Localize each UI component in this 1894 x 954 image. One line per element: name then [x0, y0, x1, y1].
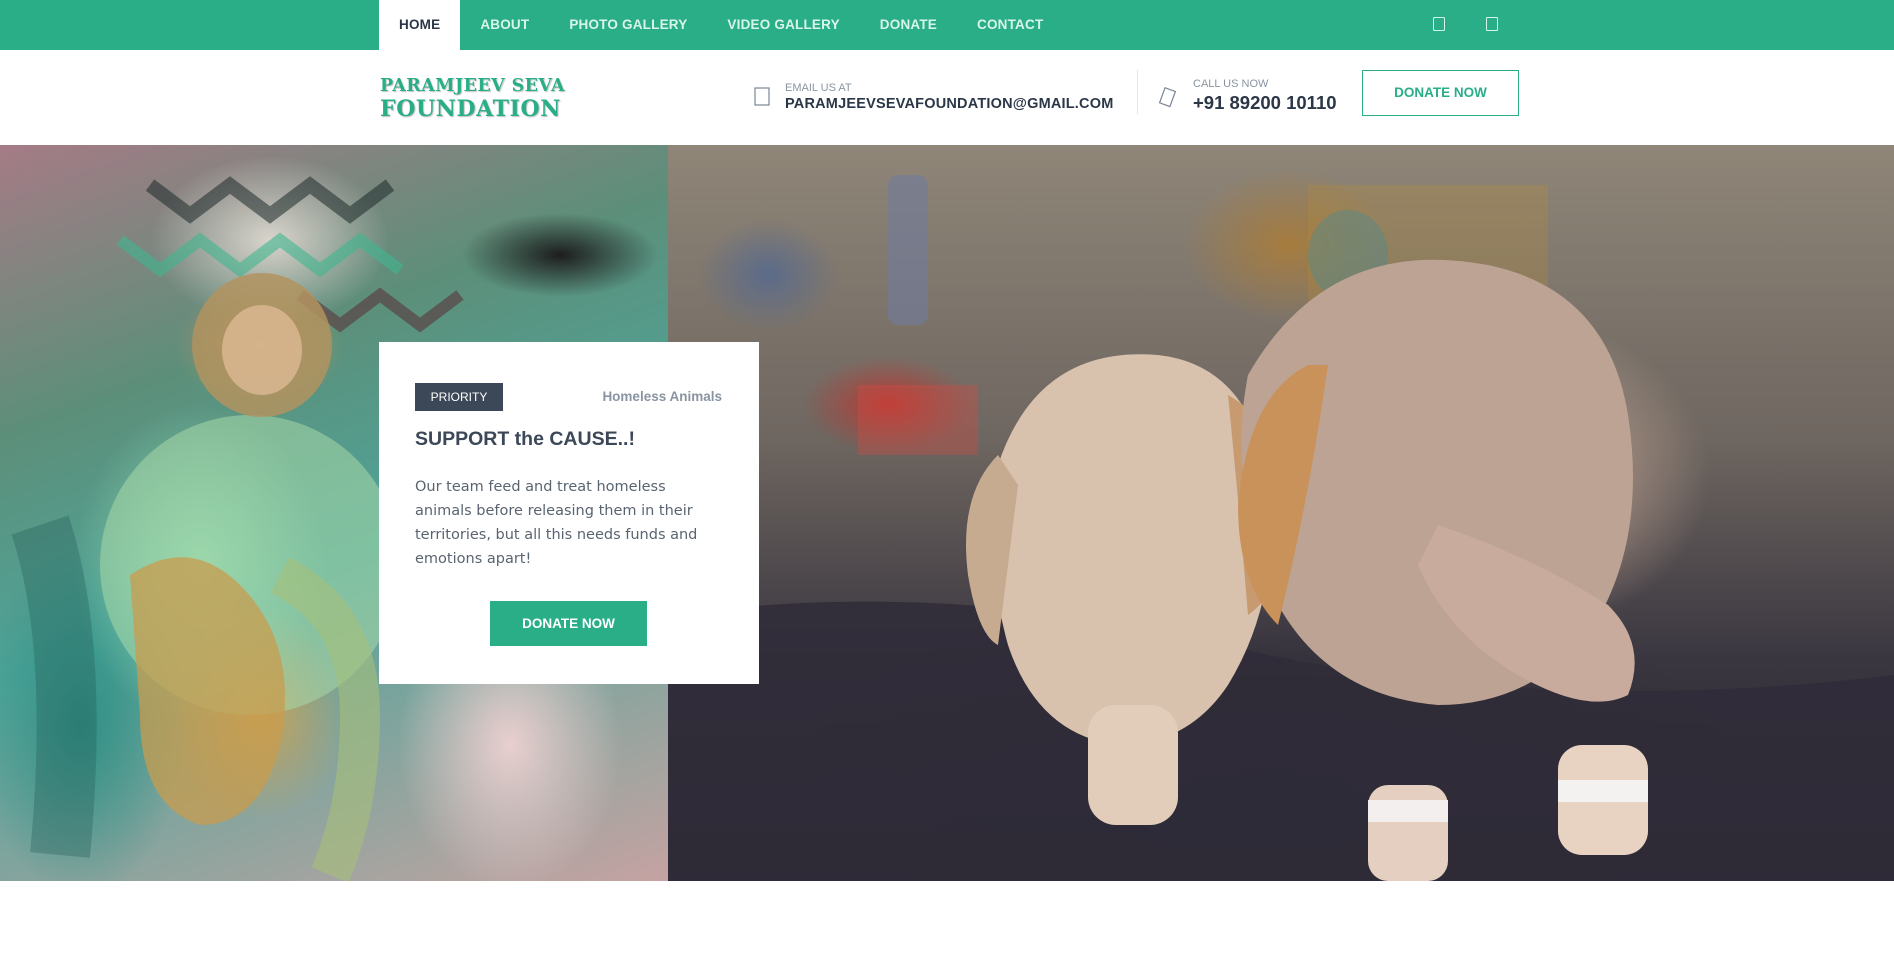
logo-line-1: PARAMJEEV SEVA	[380, 76, 565, 96]
cause-donate-button[interactable]: DONATE NOW	[490, 601, 647, 646]
logo-line-2: FOUNDATION	[380, 95, 561, 122]
site-header: PARAMJEEV SEVA FOUNDATION EMAIL US AT PA…	[0, 50, 1894, 145]
top-navbar: HOME ABOUT PHOTO GALLERY VIDEO GALLERY D…	[0, 0, 1894, 50]
cause-card: PRIORITY Homeless Animals SUPPORT the CA…	[379, 342, 759, 684]
site-logo[interactable]: PARAMJEEV SEVA FOUNDATION	[380, 76, 565, 122]
cause-description: Our team feed and treat homeless animals…	[415, 479, 698, 567]
phone-icon	[1158, 86, 1176, 108]
instagram-icon[interactable]	[1485, 16, 1499, 32]
header-donate-button[interactable]: DONATE NOW	[1362, 70, 1519, 116]
phone-label: CALL US NOW	[1193, 78, 1269, 90]
nav-about[interactable]: ABOUT	[460, 0, 549, 50]
email-address[interactable]: PARAMJEEVSEVAFOUNDATION@GMAIL.COM	[785, 96, 1113, 112]
priority-badge: PRIORITY	[415, 383, 503, 411]
main-nav: HOME ABOUT PHOTO GALLERY VIDEO GALLERY D…	[379, 0, 1063, 50]
email-contact: EMAIL US AT PARAMJEEVSEVAFOUNDATION@GMAI…	[753, 76, 1123, 120]
cause-title: SUPPORT the CAUSE..!	[415, 428, 635, 450]
phone-number[interactable]: +91 89200 10110	[1193, 92, 1337, 114]
nav-photo-gallery[interactable]: PHOTO GALLERY	[549, 0, 707, 50]
facebook-icon[interactable]	[1432, 16, 1446, 32]
header-divider	[1137, 70, 1138, 114]
email-label: EMAIL US AT	[785, 82, 852, 94]
nav-donate[interactable]: DONATE	[860, 0, 957, 50]
hero-slider	[0, 145, 1894, 881]
phone-contact: CALL US NOW +91 89200 10110	[1158, 76, 1348, 120]
nav-home[interactable]: HOME	[379, 0, 461, 50]
cause-category[interactable]: Homeless Animals	[602, 389, 722, 404]
envelope-icon	[753, 86, 771, 108]
nav-contact[interactable]: CONTACT	[957, 0, 1063, 50]
puppy-photo	[668, 145, 1894, 881]
nav-video-gallery[interactable]: VIDEO GALLERY	[707, 0, 859, 50]
